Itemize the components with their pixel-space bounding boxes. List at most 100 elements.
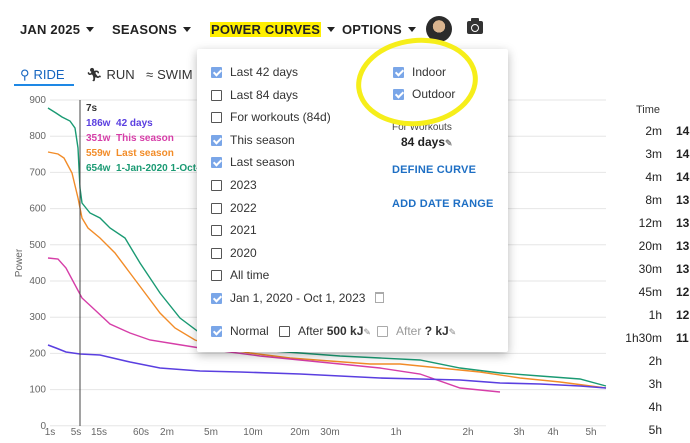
options-menu[interactable]: OPTIONS	[342, 22, 416, 37]
table-row[interactable]: 2h	[636, 354, 690, 374]
range-option[interactable]: All time	[211, 267, 269, 283]
range-label: Last season	[230, 155, 295, 170]
range-label: Last 84 days	[230, 87, 299, 102]
x-tick-label: 5s	[71, 427, 82, 436]
range-label: 2022	[230, 200, 257, 215]
x-tick-label: 20m	[290, 427, 309, 436]
range-option[interactable]: Last 42 days	[211, 64, 298, 80]
tab-run[interactable]: 🏃︎ RUN	[86, 67, 135, 83]
table-row[interactable]: 8m 13	[636, 193, 690, 213]
range-checkbox[interactable]	[211, 247, 222, 259]
table-row[interactable]: 4m 14	[636, 170, 690, 190]
chevron-down-icon	[407, 27, 416, 32]
range-checkbox[interactable]	[211, 157, 222, 169]
legend-label: This season	[116, 133, 174, 144]
x-tick-label: 1s	[45, 427, 56, 436]
row-value: 13	[676, 262, 690, 276]
normal-option[interactable]: Normal	[211, 323, 269, 339]
y-tick-label: 600	[29, 204, 46, 215]
row-value: 14	[676, 170, 690, 184]
after-kj-value[interactable]: 500 kJ	[327, 324, 364, 338]
active-tab-indicator	[14, 84, 74, 86]
y-tick-label: 500	[29, 240, 46, 251]
range-option[interactable]: 2020	[211, 245, 257, 261]
range-checkbox[interactable]	[211, 67, 222, 78]
x-tick-label: 10m	[243, 427, 262, 436]
add-date-range-button[interactable]: ADD DATE RANGE	[392, 198, 494, 210]
table-row[interactable]: 4h	[636, 400, 690, 420]
x-tick-label: 1h	[390, 427, 401, 436]
range-label: Jan 1, 2020 - Oct 1, 2023	[230, 291, 366, 305]
trash-icon[interactable]	[375, 292, 385, 303]
row-time: 20m	[638, 239, 662, 253]
pencil-icon[interactable]: ✎	[449, 327, 457, 337]
legend-value: 654w	[86, 163, 111, 174]
after-kj-option[interactable]: After 500 kJ✎	[279, 323, 371, 339]
x-tick-label: 3h	[513, 427, 524, 436]
table-row[interactable]: 45m 12	[636, 285, 690, 305]
table-row[interactable]: 2m 14	[636, 124, 690, 144]
y-tick-label: 400	[29, 276, 46, 287]
range-option[interactable]: 2023	[211, 177, 257, 193]
row-time: 4m	[645, 170, 662, 184]
range-checkbox[interactable]	[211, 89, 222, 101]
legend-item: 654w 1-Jan-2020 1-Oct-2	[86, 161, 205, 176]
range-option[interactable]: 2022	[211, 200, 257, 216]
normal-checkbox[interactable]	[211, 326, 222, 337]
range-checkbox[interactable]	[211, 293, 222, 304]
range-checkbox[interactable]	[211, 112, 222, 124]
range-option[interactable]: This season	[211, 132, 295, 148]
pencil-icon[interactable]: ✎	[445, 138, 453, 148]
range-checkbox[interactable]	[211, 270, 222, 282]
range-label: All time	[230, 268, 270, 283]
legend-value: 186w	[86, 118, 111, 129]
camera-icon[interactable]	[467, 18, 483, 34]
range-label: For workouts (84d)	[230, 110, 331, 125]
after-unknown-kj-prefix: After	[396, 324, 422, 338]
legend-label: 1-Jan-2020 1-Oct-2	[116, 163, 205, 174]
table-row[interactable]: 5h	[636, 423, 690, 443]
table-row[interactable]: 20m 13	[636, 239, 690, 259]
row-value: 12	[676, 285, 690, 299]
range-option[interactable]: Last season	[211, 154, 295, 170]
range-checkbox[interactable]	[211, 225, 222, 237]
after-kj-checkbox[interactable]	[279, 326, 290, 337]
after-unknown-kj-checkbox[interactable]	[377, 326, 388, 337]
options-menu-label: OPTIONS	[342, 22, 402, 37]
row-time: 8m	[645, 193, 662, 207]
table-row[interactable]: 1h30m 11	[625, 331, 690, 351]
power-curves-menu[interactable]: POWER CURVES	[210, 22, 336, 37]
table-row[interactable]: 3h	[636, 377, 690, 397]
tab-swim[interactable]: ≈ SWIM	[146, 67, 193, 82]
power-curves-menu-label: POWER CURVES	[210, 22, 322, 37]
range-option[interactable]: For workouts (84d)	[211, 109, 331, 125]
range-checkbox[interactable]	[211, 134, 222, 146]
after-unknown-kj-value[interactable]: ? kJ	[425, 324, 449, 338]
define-curve-button[interactable]: DEFINE CURVE	[392, 164, 476, 176]
range-label: 2023	[230, 178, 257, 192]
row-time: 3m	[645, 147, 662, 161]
row-time: 2m	[645, 124, 662, 138]
pencil-icon[interactable]: ✎	[363, 327, 371, 337]
date-menu[interactable]: JAN 2025	[20, 22, 95, 37]
range-option[interactable]: Last 84 days	[211, 87, 298, 103]
seasons-menu[interactable]: SEASONS	[112, 22, 191, 37]
range-checkbox[interactable]	[211, 202, 222, 214]
table-row[interactable]: 3m 14	[636, 147, 690, 167]
range-option[interactable]: Jan 1, 2020 - Oct 1, 2023	[211, 290, 385, 306]
legend-label: Last season	[116, 148, 174, 159]
for-workouts-value[interactable]: 84 days✎	[401, 135, 453, 149]
row-time: 12m	[638, 216, 662, 230]
row-time: 30m	[638, 262, 662, 276]
table-row[interactable]: 12m 13	[636, 216, 690, 236]
table-row[interactable]: 30m 13	[636, 262, 690, 282]
tab-ride[interactable]: ⚲ RIDE	[20, 67, 65, 83]
range-checkbox[interactable]	[211, 180, 222, 191]
row-value: 14	[676, 124, 690, 138]
legend-item: 186w 42 days	[86, 116, 205, 131]
after-unknown-kj-option[interactable]: After ? kJ✎	[377, 323, 456, 339]
table-row[interactable]: 1h 12	[636, 308, 690, 328]
range-option[interactable]: 2021	[211, 222, 257, 238]
date-menu-label: JAN 2025	[20, 22, 81, 37]
row-value: 11	[676, 331, 689, 345]
